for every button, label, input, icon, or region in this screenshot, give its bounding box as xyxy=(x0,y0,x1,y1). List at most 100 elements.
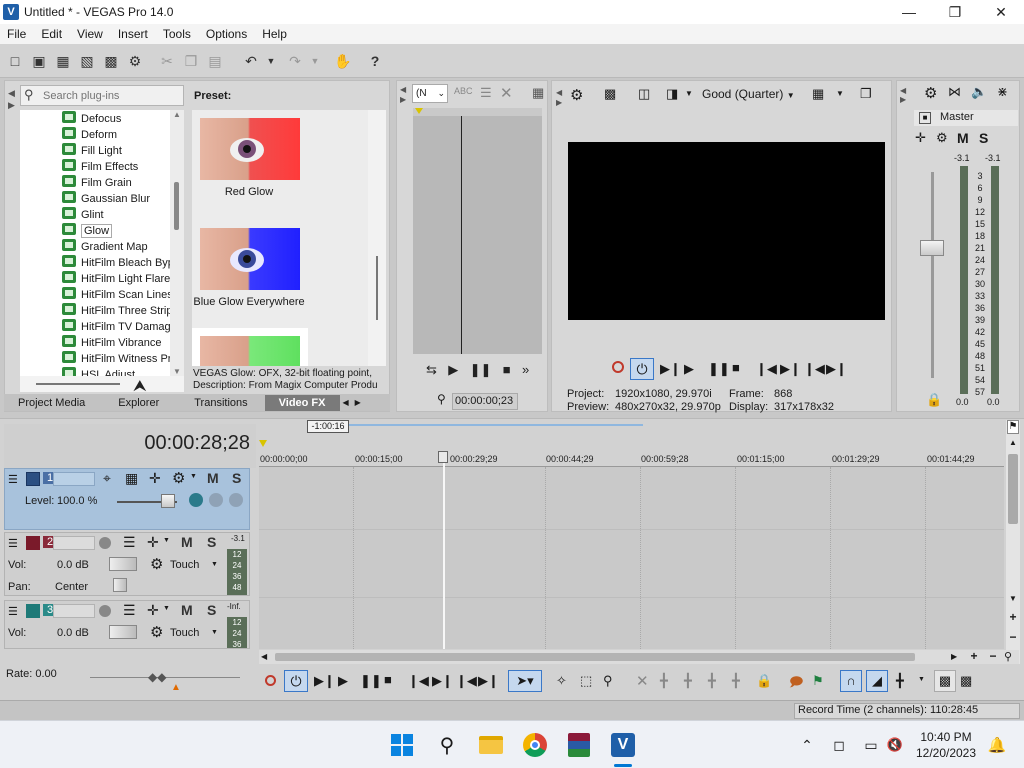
open-folder-icon[interactable]: ▣ xyxy=(30,52,48,70)
plugin-item[interactable]: Gaussian Blur xyxy=(62,191,170,207)
lock-envelopes-icon[interactable]: ▩ xyxy=(934,670,956,692)
track-fx-dropdown-icon[interactable]: ▼ xyxy=(190,473,197,480)
preset-scroll-thumb[interactable] xyxy=(376,256,378,320)
tab-project-media[interactable]: Project Media xyxy=(4,397,100,409)
maximize-button[interactable]: ❐ xyxy=(932,0,978,24)
track-collapse-icon[interactable]: ☰ xyxy=(8,605,18,618)
copy-icon[interactable]: ❐ xyxy=(182,52,200,70)
timeline-hscrollbar[interactable]: ◀ ▶ + − ⚲ xyxy=(259,649,1019,664)
stop-icon[interactable]: ■ xyxy=(732,360,740,375)
panel-right-arrow-icon[interactable]: ▶ xyxy=(8,100,15,111)
tab-transitions[interactable]: Transitions xyxy=(174,397,262,409)
master-solo-button[interactable]: S xyxy=(979,130,988,146)
hscroll-thumb[interactable] xyxy=(275,653,915,661)
scroll-down-arrow-icon[interactable]: ▼ xyxy=(1006,594,1020,603)
plugin-item[interactable]: HitFilm Witness Pr xyxy=(62,351,170,367)
menu-options[interactable]: Options xyxy=(199,27,255,41)
master-lock-icon[interactable]: 🔒 xyxy=(926,392,942,408)
menu-file[interactable]: File xyxy=(0,27,34,41)
pan-slider-handle[interactable] xyxy=(113,578,127,592)
file-explorer-icon[interactable] xyxy=(478,732,504,758)
new-file-icon[interactable]: □ xyxy=(6,52,24,70)
plugin-tree-vscrollbar[interactable]: ▲ ▼ xyxy=(170,110,184,376)
preview-left-arrow-icon[interactable]: ◀ xyxy=(556,88,562,97)
loop-playback-icon[interactable]: ⏻ xyxy=(284,670,308,692)
menu-insert[interactable]: Insert xyxy=(111,27,156,41)
whats-this-help-icon[interactable]: ? xyxy=(366,52,384,70)
playhead-handle-icon[interactable] xyxy=(438,451,448,463)
tab-scroll-left-icon[interactable]: ◀ xyxy=(340,398,352,407)
track-3-header[interactable]: ☰ 3 ☰ ✛ ▼ M S -Inf. Vol: 0.0 dB ⚙ Touch … xyxy=(4,600,250,649)
network-disconnected-icon[interactable]: ◻ xyxy=(826,732,852,758)
properties-gear-icon[interactable]: ⚙ xyxy=(126,52,144,70)
track-2-header[interactable]: ☰ 2 ☰ ✛ ▼ M S -3.1 Vol: 0.0 dB ⚙ Touch ▼… xyxy=(4,532,250,596)
vegas-taskbar-icon[interactable]: V xyxy=(610,732,636,758)
zoom-tool-icon[interactable]: ⚲ xyxy=(1004,650,1012,663)
show-hidden-icons-chevron-icon[interactable]: ⌃ xyxy=(794,732,820,758)
track-solo-button[interactable]: S xyxy=(207,534,216,550)
track-pan-icon[interactable]: ✛ xyxy=(149,470,161,487)
selection-edit-tool-icon[interactable]: ⬚ xyxy=(580,673,592,689)
preview-mode-icon[interactable]: ◨ xyxy=(666,86,678,102)
preset-blue-glow-everywhere[interactable]: Blue Glow Everywhere xyxy=(192,220,368,320)
track-compositing-icon[interactable]: ▦ xyxy=(125,470,138,487)
ripple-edit-icon[interactable]: ╋ xyxy=(896,673,904,689)
scroll-up-arrow-icon[interactable]: ▲ xyxy=(170,110,184,119)
playhead-cursor[interactable] xyxy=(443,452,445,649)
lock-faders-icon[interactable]: ⋇ xyxy=(997,84,1008,100)
plugin-item[interactable]: HitFilm Bleach Byp xyxy=(62,255,170,271)
speaker-muted-icon[interactable]: 🔇 xyxy=(882,732,908,758)
preview-mode-dropdown-icon[interactable]: ▼ xyxy=(685,89,693,98)
track-pan-icon[interactable]: ✛ xyxy=(147,602,159,619)
hscroll-right-arrow-icon[interactable]: ▶ xyxy=(951,652,957,661)
clear-list-icon[interactable]: ☰ xyxy=(480,85,492,101)
plugin-tree-hscrollbar[interactable] xyxy=(20,376,184,392)
compositing-mode-icon[interactable] xyxy=(189,493,203,507)
trim-start-icon[interactable]: ╋ xyxy=(684,673,692,689)
render-icon[interactable]: ▩ xyxy=(102,52,120,70)
master-right-arrow-icon[interactable]: ▶ xyxy=(900,95,906,104)
track-pan-icon[interactable]: ✛ xyxy=(147,534,159,551)
track-fx-gear-icon[interactable]: ⚙ xyxy=(172,469,185,487)
delete-icon[interactable]: ✕ xyxy=(636,672,649,690)
auto-crossfade-icon[interactable]: ◢ xyxy=(866,670,888,692)
plugin-item[interactable]: Gradient Map xyxy=(62,239,170,255)
go-to-start-icon[interactable]: ❙◀ xyxy=(408,673,429,689)
split-icon[interactable]: ╋ xyxy=(732,673,740,689)
child-mode-icon[interactable] xyxy=(229,493,243,507)
undo-dropdown-icon[interactable]: ▼ xyxy=(262,52,280,70)
zoom-edit-tool-icon[interactable]: ⚲ xyxy=(603,673,613,689)
save-as-icon[interactable]: ▧ xyxy=(78,52,96,70)
zoom-in-horizontal-button[interactable]: + xyxy=(967,649,981,663)
plugin-item[interactable]: Deform xyxy=(62,127,170,143)
track-solo-button[interactable]: S xyxy=(232,470,241,486)
automation-dropdown-icon[interactable]: ▼ xyxy=(211,561,218,568)
go-to-end-icon[interactable]: ▶❙ xyxy=(780,361,801,377)
track-name-field[interactable] xyxy=(53,472,95,486)
plugin-item[interactable]: HitFilm Three Strip xyxy=(62,303,170,319)
delete-x-icon[interactable]: ✕ xyxy=(500,84,513,102)
taskbar-clock[interactable]: 10:40 PM 12/20/2023 xyxy=(914,729,978,761)
pause-icon[interactable]: ❚❚ xyxy=(470,362,492,378)
preset-vscrollbar[interactable] xyxy=(368,110,386,366)
downmix-icon[interactable]: ⋈ xyxy=(948,84,961,100)
master-mute-button[interactable]: M xyxy=(957,130,969,146)
level-slider-handle[interactable] xyxy=(161,494,175,508)
ignore-grouping-icon[interactable]: ▩ xyxy=(960,673,972,689)
split-screen-icon[interactable]: ◫ xyxy=(638,86,650,102)
insert-marker-icon[interactable]: 🗩 xyxy=(789,673,803,695)
start-windows-icon[interactable] xyxy=(389,732,415,758)
panel-left-arrow-icon[interactable]: ◀ xyxy=(8,88,15,99)
hscroll-left-arrow-icon[interactable]: ◀ xyxy=(261,652,267,661)
master-pan-icon[interactable]: ✛ xyxy=(915,130,926,146)
loop-playback-icon[interactable]: ⏻ xyxy=(630,358,654,380)
hscroll-thumb[interactable] xyxy=(36,383,120,385)
menu-help[interactable]: Help xyxy=(255,27,295,41)
zoom-in-vertical-button[interactable]: + xyxy=(1007,610,1019,624)
track-mute-button[interactable]: M xyxy=(181,602,193,618)
overlays-grid-icon[interactable]: ▦ xyxy=(812,86,824,102)
track-automation-icon[interactable]: ☰ xyxy=(123,602,136,619)
marker-flag-icon[interactable]: ⚑ xyxy=(1007,420,1019,434)
plugin-item[interactable]: HitFilm Scan Lines xyxy=(62,287,170,303)
track-name-field[interactable] xyxy=(53,536,95,550)
